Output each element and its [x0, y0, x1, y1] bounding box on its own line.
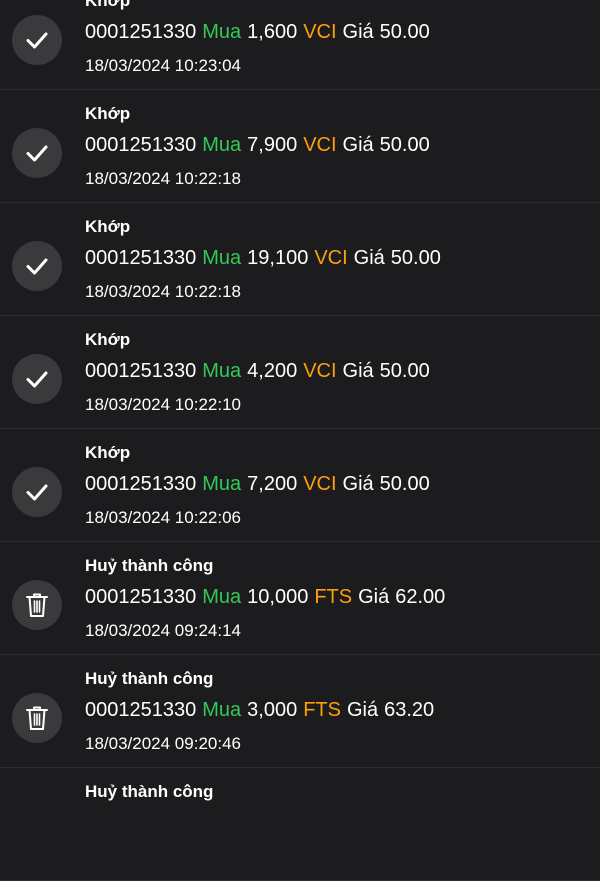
order-price: 63.20: [384, 699, 435, 721]
order-timestamp: 18/03/2024 09:20:46: [85, 734, 241, 753]
order-side: Mua: [202, 247, 242, 269]
order-timestamp: 18/03/2024 10:23:04: [85, 56, 241, 75]
stock-symbol: VCI: [303, 473, 337, 495]
order-detail: 0001251330 Mua 4,200 VCI Giá 50.00: [85, 360, 436, 383]
price-label: Giá: [342, 360, 374, 382]
order-price: 50.00: [379, 473, 430, 495]
order-quantity: 7,200: [247, 473, 298, 495]
order-item[interactable]: Huỷ thành công 0001251330 Mua 3,000 FTS Giá 63…: [0, 655, 600, 768]
order-side: Mua: [202, 21, 242, 43]
price-label: Giá: [342, 134, 374, 156]
order-quantity: 10,000: [247, 586, 309, 608]
order-side: Mua: [202, 473, 242, 495]
order-side: Mua: [202, 586, 242, 608]
order-timestamp: 18/03/2024 10:22:10: [85, 395, 241, 414]
account-number: 0001251330: [85, 586, 197, 608]
order-status: Khớp: [85, 217, 131, 236]
stock-symbol: VCI: [314, 247, 348, 269]
stock-symbol: VCI: [303, 360, 337, 382]
price-label: Giá: [346, 699, 379, 721]
account-number: 0001251330: [85, 699, 197, 721]
order-timestamp: 18/03/2024 10:22:06: [85, 508, 241, 527]
order-notification-list: Khớp 0001251330 Mua 1,600 VCI Giá 50.00 18/03/2…: [0, 0, 600, 881]
order-status: Khớp: [85, 104, 131, 123]
order-detail: 0001251330 Mua 1,600 VCI Giá 50.00: [85, 21, 436, 44]
order-status: Khớp: [85, 330, 131, 349]
stock-symbol: FTS: [303, 699, 341, 721]
order-price: 50.00: [379, 134, 430, 156]
order-status: Khớp: [85, 443, 131, 462]
order-status: Huỷ thành công: [85, 556, 214, 575]
order-detail: 0001251330 Mua 10,000 FTS Giá 62.00: [85, 586, 451, 609]
order-quantity: 1,600: [247, 21, 298, 43]
order-price: 50.00: [379, 360, 430, 382]
trash-icon: [12, 693, 62, 743]
stock-symbol: VCI: [303, 21, 337, 43]
order-detail: 0001251330 Mua 7,900 VCI Giá 50.00: [85, 134, 436, 157]
order-status: Huỷ thành công: [85, 669, 214, 688]
check-icon: [12, 241, 62, 291]
account-number: 0001251330: [85, 247, 197, 269]
account-number: 0001251330: [85, 360, 197, 382]
order-item[interactable]: Khớp 0001251330 Mua 7,900 VCI Giá 50.00 18/03/2…: [0, 90, 600, 203]
account-number: 0001251330: [85, 134, 197, 156]
order-detail: 0001251330 Mua 3,000 FTS Giá 63.20: [85, 699, 440, 722]
price-label: Giá: [358, 586, 390, 608]
order-timestamp: 18/03/2024 09:24:14: [85, 621, 241, 640]
order-timestamp: 18/03/2024 10:22:18: [85, 282, 241, 301]
stock-symbol: FTS: [314, 586, 353, 608]
order-side: Mua: [202, 134, 242, 156]
order-detail: 0001251330 Mua 7,200 VCI Giá 50.00: [85, 473, 436, 496]
order-price: 62.00: [395, 586, 446, 608]
order-quantity: 3,000: [247, 699, 298, 721]
order-quantity: 7,900: [247, 134, 298, 156]
order-price: 50.00: [390, 247, 441, 269]
order-side: Mua: [202, 699, 242, 721]
order-item[interactable]: Khớp 0001251330 Mua 4,200 VCI Giá 50.00 18/03/2…: [0, 316, 600, 429]
account-number: 0001251330: [85, 473, 197, 495]
account-number: 0001251330: [85, 21, 197, 43]
order-status: Khớp: [85, 0, 131, 10]
order-item[interactable]: Huỷ thành công: [0, 768, 600, 881]
check-icon: [12, 128, 62, 178]
check-icon: [12, 467, 62, 517]
order-item[interactable]: Huỷ thành công 0001251330 Mua 10,000 FTS Giá 6…: [0, 542, 600, 655]
stock-symbol: VCI: [303, 134, 337, 156]
order-item[interactable]: Khớp 0001251330 Mua 1,600 VCI Giá 50.00 18/03/2…: [0, 0, 600, 90]
order-status: Huỷ thành công: [85, 782, 214, 801]
order-timestamp: 18/03/2024 10:22:18: [85, 169, 241, 188]
price-label: Giá: [353, 247, 385, 269]
order-side: Mua: [202, 360, 242, 382]
order-item[interactable]: Khớp 0001251330 Mua 7,200 VCI Giá 50.00 18/03/2…: [0, 429, 600, 542]
order-item[interactable]: Khớp 0001251330 Mua 19,100 VCI Giá 50.00 18/03/…: [0, 203, 600, 316]
order-detail: 0001251330 Mua 19,100 VCI Giá 50.00: [85, 247, 447, 270]
order-price: 50.00: [379, 21, 430, 43]
price-label: Giá: [342, 473, 374, 495]
check-icon: [12, 15, 62, 65]
price-label: Giá: [342, 21, 374, 43]
order-quantity: 19,100: [247, 247, 309, 269]
check-icon: [12, 354, 62, 404]
trash-icon: [12, 580, 62, 630]
order-quantity: 4,200: [247, 360, 298, 382]
